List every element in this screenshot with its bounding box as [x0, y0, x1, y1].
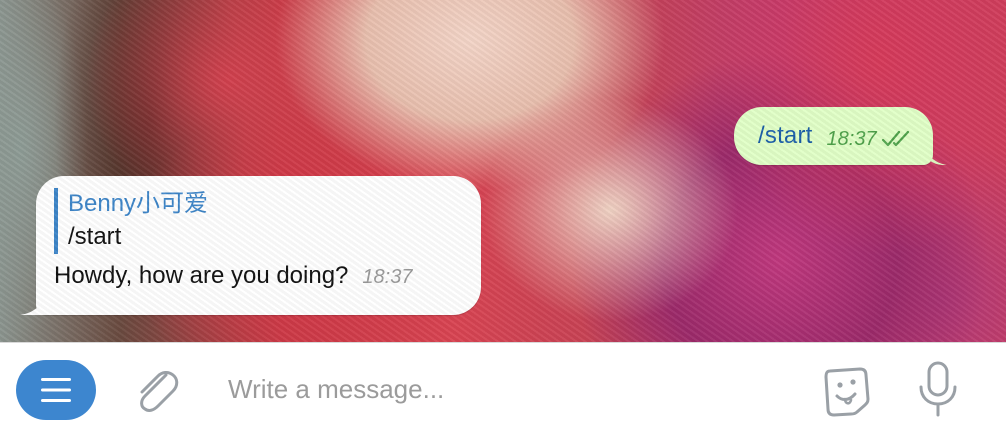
- message-composer: [0, 342, 1006, 432]
- incoming-message[interactable]: Benny小可爱 /start Howdy, how are you doing…: [36, 176, 481, 315]
- reply-author: Benny小可爱: [68, 190, 209, 217]
- outgoing-message-time: 18:37: [826, 127, 877, 150]
- incoming-message-text: Howdy, how are you doing?: [54, 262, 349, 289]
- paperclip-icon: [140, 371, 179, 412]
- reply-text: /start: [68, 223, 122, 250]
- menu-icon: [41, 378, 71, 402]
- outgoing-message[interactable]: /start 18:37: [734, 107, 933, 165]
- menu-button[interactable]: [16, 360, 96, 420]
- reply-preview[interactable]: Benny小可爱 /start: [54, 188, 461, 254]
- incoming-message-body: Howdy, how are you doing? 18:37: [54, 262, 461, 290]
- microphone-button[interactable]: [912, 359, 964, 421]
- chat-screen: /start 18:37 Benny小可爱 /start Howdy, how …: [0, 0, 1006, 432]
- message-input[interactable]: [224, 365, 788, 413]
- attach-button[interactable]: [128, 361, 186, 419]
- sticker-icon: [824, 367, 870, 417]
- chat-wallpaper: /start 18:37 Benny小可爱 /start Howdy, how …: [0, 0, 1006, 342]
- microphone-icon: [919, 361, 957, 417]
- sticker-button[interactable]: [818, 361, 876, 419]
- double-check-icon: [881, 130, 909, 147]
- incoming-message-time: 18:37: [362, 266, 413, 288]
- outgoing-message-text: /start: [758, 122, 813, 149]
- outgoing-message-meta: 18:37: [827, 128, 911, 151]
